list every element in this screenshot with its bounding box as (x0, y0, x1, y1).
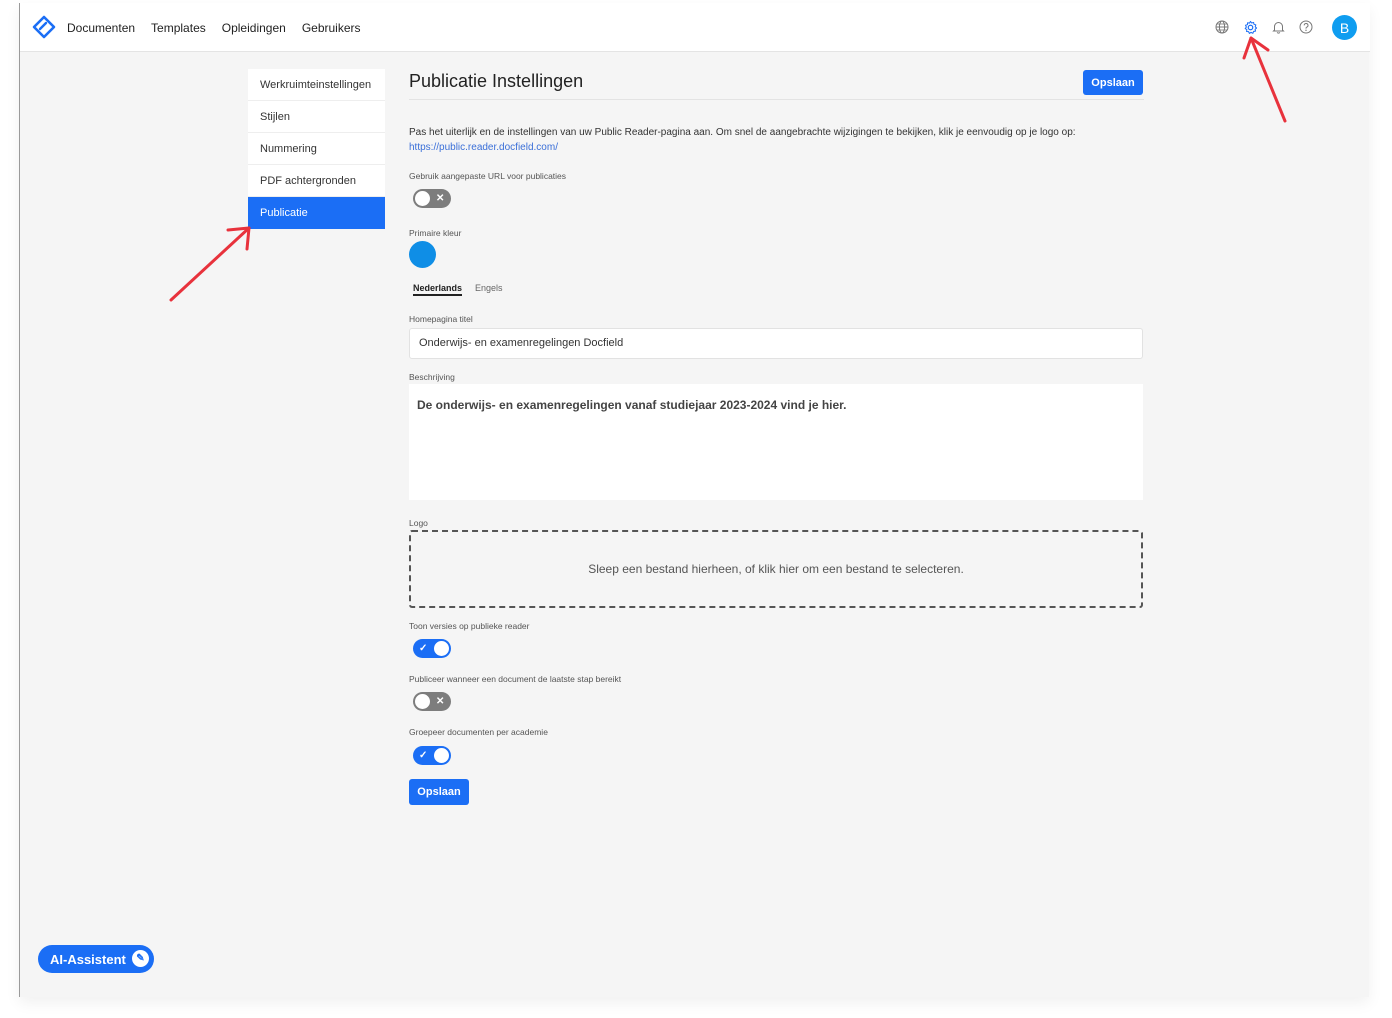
settings-sidebar: Werkruimteinstellingen Stijlen Nummering… (248, 69, 385, 229)
show-versions-toggle[interactable]: ✓ (413, 639, 451, 658)
sidebar-item-werkruimteinstellingen[interactable]: Werkruimteinstellingen (248, 69, 385, 101)
title-divider (409, 99, 1144, 100)
active-tab-indicator (413, 294, 462, 296)
publication-description: Pas het uiterlijk en de instellingen van… (409, 125, 1144, 155)
description-text: Pas het uiterlijk en de instellingen van… (409, 127, 1076, 138)
user-avatar[interactable]: B (1332, 15, 1357, 40)
tab-nederlands[interactable]: Nederlands (413, 283, 462, 293)
top-bar: Documenten Templates Opleidingen Gebruik… (20, 3, 1370, 52)
publish-last-step-toggle[interactable]: ✕ (413, 692, 451, 711)
help-icon[interactable] (1296, 17, 1316, 37)
nav-templates[interactable]: Templates (151, 21, 206, 35)
public-reader-link[interactable]: https://public.reader.docfield.com/ (409, 142, 558, 153)
description-label: Beschrijving (409, 372, 455, 382)
save-button-top[interactable]: Opslaan (1083, 70, 1143, 95)
publish-last-step-label: Publiceer wanneer een document de laatst… (409, 674, 622, 684)
custom-url-toggle[interactable]: ✕ (413, 189, 451, 208)
main-nav: Documenten Templates Opleidingen Gebruik… (67, 3, 361, 52)
x-icon: ✕ (436, 193, 445, 204)
logo-dropzone[interactable]: Sleep een bestand hierheen, of klik hier… (409, 530, 1143, 608)
docfield-logo[interactable] (32, 15, 56, 39)
nav-gebruikers[interactable]: Gebruikers (302, 21, 361, 35)
ai-assistant-button[interactable]: AI-Assistent ✎ (38, 945, 154, 973)
group-by-academy-label: Groepeer documenten per academie (409, 727, 548, 737)
page-title: Publicatie Instellingen (409, 71, 584, 91)
homepage-title-input[interactable]: Onderwijs- en examenregelingen Docfield (409, 328, 1143, 359)
check-icon: ✓ (419, 750, 428, 761)
tab-engels[interactable]: Engels (475, 283, 503, 293)
show-versions-label: Toon versies op publieke reader (409, 621, 530, 631)
chat-icon: ✎ (132, 950, 149, 967)
toggle-knob (434, 641, 449, 656)
primary-color-swatch[interactable] (409, 241, 436, 268)
bell-icon[interactable] (1268, 17, 1288, 37)
toggle-knob (415, 694, 430, 709)
x-icon: ✕ (436, 696, 445, 707)
gear-icon[interactable] (1240, 17, 1260, 37)
primary-color-label: Primaire kleur (409, 228, 462, 238)
nav-opleidingen[interactable]: Opleidingen (222, 21, 286, 35)
save-button-bottom[interactable]: Opslaan (409, 779, 469, 805)
sidebar-item-nummering[interactable]: Nummering (248, 133, 385, 165)
app-window: Documenten Templates Opleidingen Gebruik… (19, 3, 1370, 997)
logo-label: Logo (409, 518, 428, 528)
toggle-knob (415, 191, 430, 206)
group-by-academy-toggle[interactable]: ✓ (413, 746, 451, 765)
nav-documenten[interactable]: Documenten (67, 21, 135, 35)
description-editor[interactable]: De onderwijs- en examenregelingen vanaf … (409, 384, 1143, 500)
globe-icon[interactable] (1212, 17, 1232, 37)
custom-url-label: Gebruik aangepaste URL voor publicaties (409, 171, 567, 181)
top-icons (1212, 17, 1313, 37)
sidebar-item-publicatie[interactable]: Publicatie (248, 197, 385, 229)
sidebar-item-stijlen[interactable]: Stijlen (248, 101, 385, 133)
sidebar-item-pdf-achtergronden[interactable]: PDF achtergronden (248, 165, 385, 197)
homepage-title-label: Homepagina titel (409, 314, 473, 324)
ai-assistant-label: AI-Assistent (50, 951, 126, 967)
toggle-knob (434, 748, 449, 763)
check-icon: ✓ (419, 643, 428, 654)
